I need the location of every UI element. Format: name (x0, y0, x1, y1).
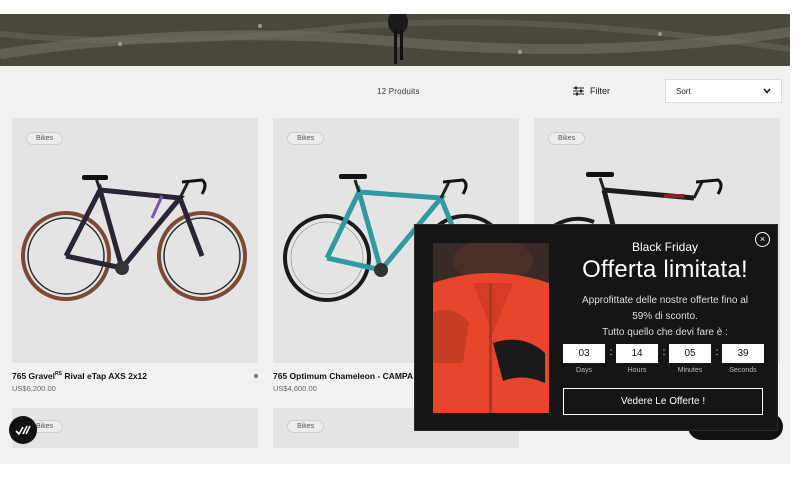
product-price: US$4,600.00 (273, 384, 317, 393)
popup-title: Offerta limitata! (582, 256, 748, 283)
countdown-seconds-label: Seconds (729, 367, 757, 374)
sort-select[interactable]: Sort (665, 79, 782, 103)
product-price: US$6,200.00 (12, 384, 56, 393)
product-image (21, 175, 247, 301)
countdown-separator: : (609, 347, 613, 358)
countdown-days-label: Days (576, 367, 592, 374)
category-badge: Bikes (287, 420, 325, 433)
popup-description: Approfittate delle nostre offerte fino a… (563, 293, 767, 341)
popup-pretitle: Black Friday (631, 240, 699, 254)
countdown-separator: : (715, 347, 719, 358)
countdown-hours: 14 (616, 344, 658, 363)
product-name[interactable]: 765 GravelRS Rival eTap AXS 2x12 (12, 371, 147, 381)
countdown-separator: : (662, 347, 666, 358)
product-card[interactable]: Bikes (12, 118, 258, 363)
countdown-timer: 03 Days : 14 Hours : 05 Minutes : 39 Sec… (563, 344, 767, 378)
view-offers-button[interactable]: Vedere Le Offerte ! (563, 388, 763, 415)
filter-button[interactable]: Filter (573, 83, 610, 99)
product-card[interactable]: Bikes (12, 408, 258, 448)
product-name[interactable]: 765 Optimum Chameleon - CAMPA (273, 371, 413, 381)
brand-logo-icon (15, 425, 31, 436)
promo-popup: × Black Friday Offerta limitata! Approfi… (414, 224, 778, 431)
brand-fab-button[interactable] (9, 416, 37, 444)
sort-label: Sort (676, 86, 691, 96)
sliders-icon (573, 86, 584, 96)
countdown-minutes: 05 (669, 344, 711, 363)
hero-banner (0, 14, 790, 66)
chevron-down-icon (763, 88, 771, 94)
description-line: 59% di sconto. (632, 311, 698, 322)
product-count: 12 Produits (377, 87, 420, 96)
countdown-hours-label: Hours (627, 367, 647, 374)
description-line: Tutto quello che devi fare è : (602, 327, 728, 338)
countdown-days: 03 (563, 344, 605, 363)
countdown-seconds: 39 (722, 344, 764, 363)
cyclist-photo (433, 243, 549, 413)
shop-page: 12 Produits Filter Sort Bikes Bikes Bike… (0, 0, 800, 484)
promo-photo (433, 243, 549, 413)
countdown-minutes-label: Minutes (677, 367, 703, 374)
color-swatch[interactable] (254, 374, 258, 378)
filter-label: Filter (590, 86, 610, 96)
hero-road-image (0, 14, 790, 66)
description-line: Approfittate delle nostre offerte fino a… (581, 295, 749, 306)
